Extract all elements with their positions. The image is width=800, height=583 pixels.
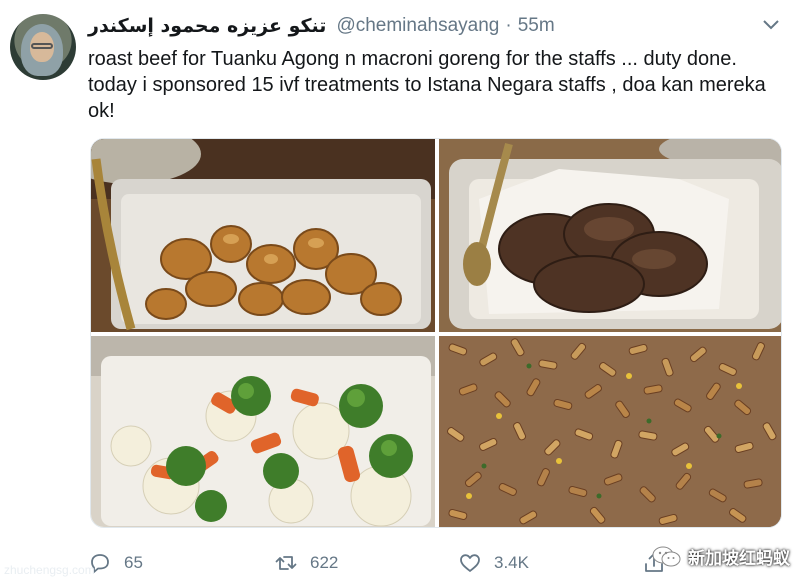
tweet-text-line: roast beef for Tuanku Agong n macroni go… [88, 48, 737, 70]
tweet-header: تنكو عزيزه محمود إسكندر @cheminahsayang … [88, 12, 555, 40]
retweet-icon [275, 556, 297, 570]
watermark-left: zhuchengsg.com [4, 563, 95, 577]
separator-dot: · [505, 15, 512, 36]
tweet-text-line: ok! [88, 100, 115, 122]
watermark-bottom: 新加坡红蚂蚁 [652, 544, 790, 569]
tweet-text-line: today i sponsored 15 ivf treatments to I… [88, 74, 766, 96]
wechat-icon [652, 546, 681, 566]
like-button[interactable]: 3.4K [458, 548, 529, 578]
reply-count: 65 [124, 553, 143, 572]
photo-roast-potatoes[interactable] [91, 139, 435, 332]
chevron-down-icon[interactable] [762, 18, 780, 32]
like-count: 3.4K [494, 553, 529, 572]
reply-button[interactable]: 65 [88, 548, 143, 578]
retweet-button[interactable]: 622 [274, 548, 338, 578]
display-name[interactable]: تنكو عزيزه محمود إسكندر [88, 15, 326, 37]
photo-roast-beef[interactable] [439, 139, 781, 332]
photo-steamed-vegetables[interactable] [91, 336, 435, 527]
like-icon [460, 554, 480, 572]
photo-macaroni-goreng[interactable] [439, 336, 781, 527]
retweet-count: 622 [310, 553, 339, 572]
tweet-timestamp[interactable]: 55m [518, 15, 555, 37]
avatar[interactable] [10, 14, 76, 80]
user-handle[interactable]: @cheminahsayang [336, 15, 499, 37]
avatar-glasses [31, 43, 53, 49]
tweet-text: roast beef for Tuanku Agong n macroni go… [88, 46, 788, 124]
watermark-text: 新加坡红蚂蚁 [688, 549, 790, 569]
media-grid [90, 138, 782, 528]
